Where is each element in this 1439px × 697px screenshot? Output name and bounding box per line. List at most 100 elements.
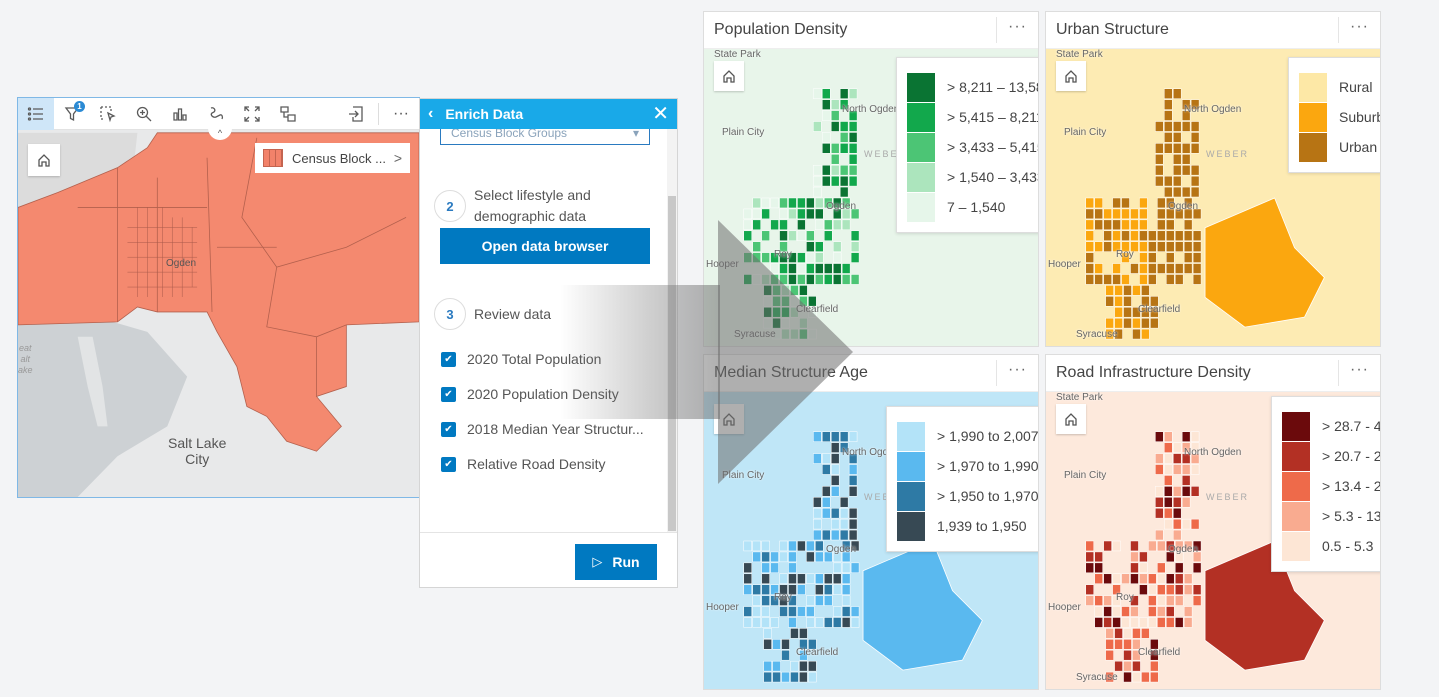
- legend-item[interactable]: > 20.7 - 28.7: [1282, 441, 1381, 471]
- more-options-button[interactable]: ···: [383, 98, 419, 130]
- card-more-options-button[interactable]: ···: [996, 360, 1038, 386]
- census-block: [1130, 562, 1139, 574]
- legend-item[interactable]: > 1,970 to 1,990: [897, 451, 1038, 481]
- legend-item[interactable]: > 1,950 to 1,970: [897, 481, 1038, 511]
- census-block: [830, 475, 840, 486]
- card-more-options-button[interactable]: ···: [1338, 17, 1380, 43]
- variable-checkbox-row[interactable]: ✔ 2020 Population Density: [441, 386, 619, 402]
- open-data-browser-button[interactable]: Open data browser: [440, 228, 650, 264]
- census-block: [806, 595, 815, 606]
- census-block: [1164, 453, 1173, 464]
- card-map-canvas[interactable]: > 8,211 – 13,586 > 5,415 – 8,211 > 3,433 –…: [704, 49, 1038, 346]
- legend-item[interactable]: > 5,415 – 8,211: [907, 102, 1038, 132]
- enrich-panel-footer: ▷ Run: [420, 532, 677, 587]
- legend-item[interactable]: > 3,433 – 5,415: [907, 132, 1038, 162]
- census-block: [1148, 252, 1157, 263]
- layer-legend-chip[interactable]: Census Block ... >: [255, 143, 410, 173]
- card-map-canvas[interactable]: > 28.7 - 40 > 20.7 - 28.7 > 13.4 - 20.7 > 5…: [1046, 392, 1380, 689]
- legend-item[interactable]: 7 – 1,540: [907, 192, 1038, 222]
- back-icon[interactable]: ‹: [428, 105, 433, 123]
- source-map-card[interactable]: 1 ··· ^ Census Block ... > Ogden Salt La…: [17, 97, 420, 498]
- card-map-canvas[interactable]: Rural Suburban Urban State Park North Ogden…: [1046, 49, 1380, 346]
- home-button[interactable]: [28, 144, 60, 176]
- census-block: [1190, 121, 1200, 132]
- select-button[interactable]: [90, 98, 126, 130]
- home-button[interactable]: [1056, 404, 1086, 434]
- checkbox-checked-icon[interactable]: ✔: [441, 421, 456, 437]
- legend-item[interactable]: > 5.3 - 13.4: [1282, 501, 1380, 531]
- variable-checkbox-row[interactable]: ✔ 2018 Median Year Structur...: [441, 421, 644, 437]
- visualization-type-button[interactable]: [162, 98, 198, 130]
- result-map-card-population-density[interactable]: Population Density ··· > 8,211 – 13,586>…: [703, 11, 1039, 347]
- census-block: [1192, 274, 1202, 285]
- legend-item[interactable]: > 8,211 – 13,586: [907, 72, 1038, 102]
- legend-item[interactable]: > 1,540 – 3,433: [907, 162, 1038, 192]
- legend-item[interactable]: Urban: [1299, 132, 1380, 162]
- home-button[interactable]: [1056, 61, 1086, 91]
- census-block: [822, 464, 831, 475]
- variable-checkbox-row[interactable]: ✔ Relative Road Density: [441, 456, 606, 472]
- census-block: [841, 274, 851, 285]
- result-map-card-road-infrastructure-density[interactable]: Road Infrastructure Density ··· > 28.7 -…: [1045, 354, 1381, 690]
- census-block: [1166, 230, 1175, 241]
- census-block: [781, 328, 790, 340]
- legend-item[interactable]: Rural: [1299, 72, 1380, 102]
- census-block: [832, 562, 842, 574]
- legend-item[interactable]: > 28.7 - 40: [1282, 411, 1380, 441]
- census-block: [815, 208, 824, 220]
- census-block: [848, 154, 858, 165]
- legend-toggle-button[interactable]: [18, 98, 54, 130]
- panel-scrollbar-thumb[interactable]: [668, 196, 676, 531]
- census-block: [752, 219, 761, 231]
- census-block: [1085, 584, 1094, 595]
- legend-item[interactable]: Suburban: [1299, 102, 1380, 132]
- close-icon[interactable]: ✕: [652, 104, 669, 124]
- result-map-card-median-structure-age[interactable]: Median Structure Age ··· > 1,990 to 2,00…: [703, 354, 1039, 690]
- map-city-label: Clearfield: [796, 304, 839, 315]
- census-block: [822, 99, 831, 110]
- link-button[interactable]: [198, 98, 234, 130]
- legend-item[interactable]: 1,939 to 1,950: [897, 511, 1038, 541]
- step-3-number: 3: [434, 298, 466, 330]
- census-block: [770, 562, 779, 574]
- census-block: [797, 540, 806, 552]
- map-city-label: Ogden: [826, 201, 857, 212]
- census-block: [763, 307, 772, 318]
- census-block: [1172, 143, 1182, 154]
- checkbox-checked-icon[interactable]: ✔: [441, 386, 456, 402]
- home-button[interactable]: [714, 404, 744, 434]
- home-button[interactable]: [714, 61, 744, 91]
- home-icon: [723, 70, 735, 83]
- census-block: [743, 584, 752, 595]
- census-block: [770, 274, 779, 285]
- maximize-button[interactable]: [234, 98, 270, 130]
- census-block: [1105, 285, 1114, 296]
- legend-label: Suburban: [1339, 109, 1380, 125]
- enrich-button[interactable]: [338, 98, 374, 130]
- legend-label: > 20.7 - 28.7: [1322, 448, 1381, 464]
- card-more-options-button[interactable]: ···: [996, 17, 1038, 43]
- census-block: [1181, 143, 1191, 154]
- run-button[interactable]: ▷ Run: [575, 544, 657, 580]
- step-3: 3 Review data: [434, 298, 551, 330]
- result-map-card-urban-structure[interactable]: Urban Structure ··· Rural Suburban Urban S…: [1045, 11, 1381, 347]
- card-map-canvas[interactable]: > 1,990 to 2,007 > 1,970 to 1,990 > 1,950 …: [704, 392, 1038, 689]
- census-block: [832, 573, 842, 584]
- filter-button[interactable]: 1: [54, 98, 90, 130]
- zoom-to-button[interactable]: [126, 98, 162, 130]
- legend-item[interactable]: > 1,990 to 2,007: [897, 421, 1038, 451]
- census-block: [839, 164, 849, 176]
- variable-label: 2020 Total Population: [467, 351, 602, 367]
- legend-item[interactable]: > 13.4 - 20.7: [1282, 471, 1380, 501]
- census-block: [763, 639, 772, 650]
- checkbox-checked-icon[interactable]: ✔: [441, 351, 456, 367]
- census-block: [815, 263, 824, 274]
- census-block: [1183, 230, 1193, 241]
- chevron-right-icon: >: [393, 150, 402, 166]
- card-more-options-button[interactable]: ···: [1338, 360, 1380, 386]
- flip-card-button[interactable]: [270, 98, 306, 130]
- legend-item[interactable]: 0.5 - 5.3: [1282, 531, 1380, 561]
- map-city-label: Ogden: [826, 544, 857, 555]
- variable-checkbox-row[interactable]: ✔ 2020 Total Population: [441, 351, 601, 367]
- checkbox-checked-icon[interactable]: ✔: [441, 456, 456, 472]
